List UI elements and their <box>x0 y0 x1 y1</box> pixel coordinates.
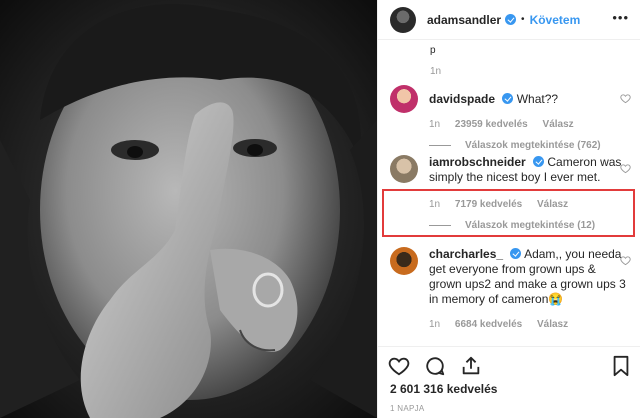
author-avatar[interactable] <box>390 6 416 33</box>
like-comment-heart-icon[interactable] <box>620 255 631 266</box>
comment-icon[interactable] <box>424 355 446 377</box>
follow-button[interactable]: Követem <box>530 13 581 27</box>
bookmark-icon[interactable] <box>611 355 631 377</box>
commenter-avatar[interactable] <box>390 155 418 183</box>
verified-badge-icon <box>533 156 545 167</box>
action-icons <box>388 355 482 377</box>
comment-time: 1n <box>429 119 441 130</box>
comments-list[interactable]: p 1n davidspade What?? 1n 23959 kedvelés… <box>378 41 640 345</box>
heart-icon[interactable] <box>388 355 410 377</box>
commenter-username[interactable]: charcharles_ <box>429 247 503 261</box>
verified-badge-icon <box>505 14 517 25</box>
reply-button[interactable]: Válasz <box>537 319 568 330</box>
comment-item: davidspade What?? 1n 23959 kedvelés Vála… <box>386 85 631 151</box>
comment-meta: 1n 6684 kedvelés Válasz <box>429 319 631 330</box>
portrait-image <box>0 0 377 418</box>
post-photo[interactable] <box>0 0 377 418</box>
like-comment-heart-icon[interactable] <box>620 93 631 104</box>
view-replies-button[interactable]: Válaszok megtekintése (762) <box>429 140 631 151</box>
more-options-icon[interactable]: ••• <box>612 11 629 24</box>
like-count[interactable]: 2 601 316 kedvelés <box>390 382 497 396</box>
post-actions: 2 601 316 kedvelés 1 NAPJA <box>378 346 640 418</box>
like-comment-heart-icon[interactable] <box>620 163 631 174</box>
verified-badge-icon <box>502 93 514 104</box>
header-separator: • <box>521 14 525 25</box>
prior-comment-time: 1n <box>430 66 442 77</box>
author-username[interactable]: adamsandler <box>427 13 501 27</box>
post-header: adamsandler • Követem ••• <box>378 0 640 40</box>
comment-time: 1n <box>429 319 441 330</box>
comment-meta: 1n 23959 kedvelés Válasz <box>429 119 631 130</box>
commenter-username[interactable]: iamrobschneider <box>429 155 526 169</box>
replies-divider <box>429 145 451 146</box>
post-side-panel: adamsandler • Követem ••• p 1n davidspad… <box>377 0 640 418</box>
commenter-avatar[interactable] <box>390 85 418 113</box>
highlight-box <box>382 189 635 237</box>
comment-item: charcharles_ Adam,, you needa get everyo… <box>386 247 631 330</box>
comment-text: What?? <box>516 92 559 106</box>
commenter-avatar[interactable] <box>390 247 418 275</box>
share-icon[interactable] <box>460 355 482 377</box>
prior-comment-fragment: p <box>430 45 440 56</box>
reply-button[interactable]: Válasz <box>543 119 574 130</box>
commenter-username[interactable]: davidspade <box>429 92 495 106</box>
post-date: 1 NAPJA <box>390 404 425 413</box>
verified-badge-icon <box>510 248 522 259</box>
comment-likes[interactable]: 6684 kedvelés <box>455 319 522 330</box>
view-replies-label: Válaszok megtekintése (762) <box>465 140 601 151</box>
comment-likes[interactable]: 23959 kedvelés <box>455 119 528 130</box>
